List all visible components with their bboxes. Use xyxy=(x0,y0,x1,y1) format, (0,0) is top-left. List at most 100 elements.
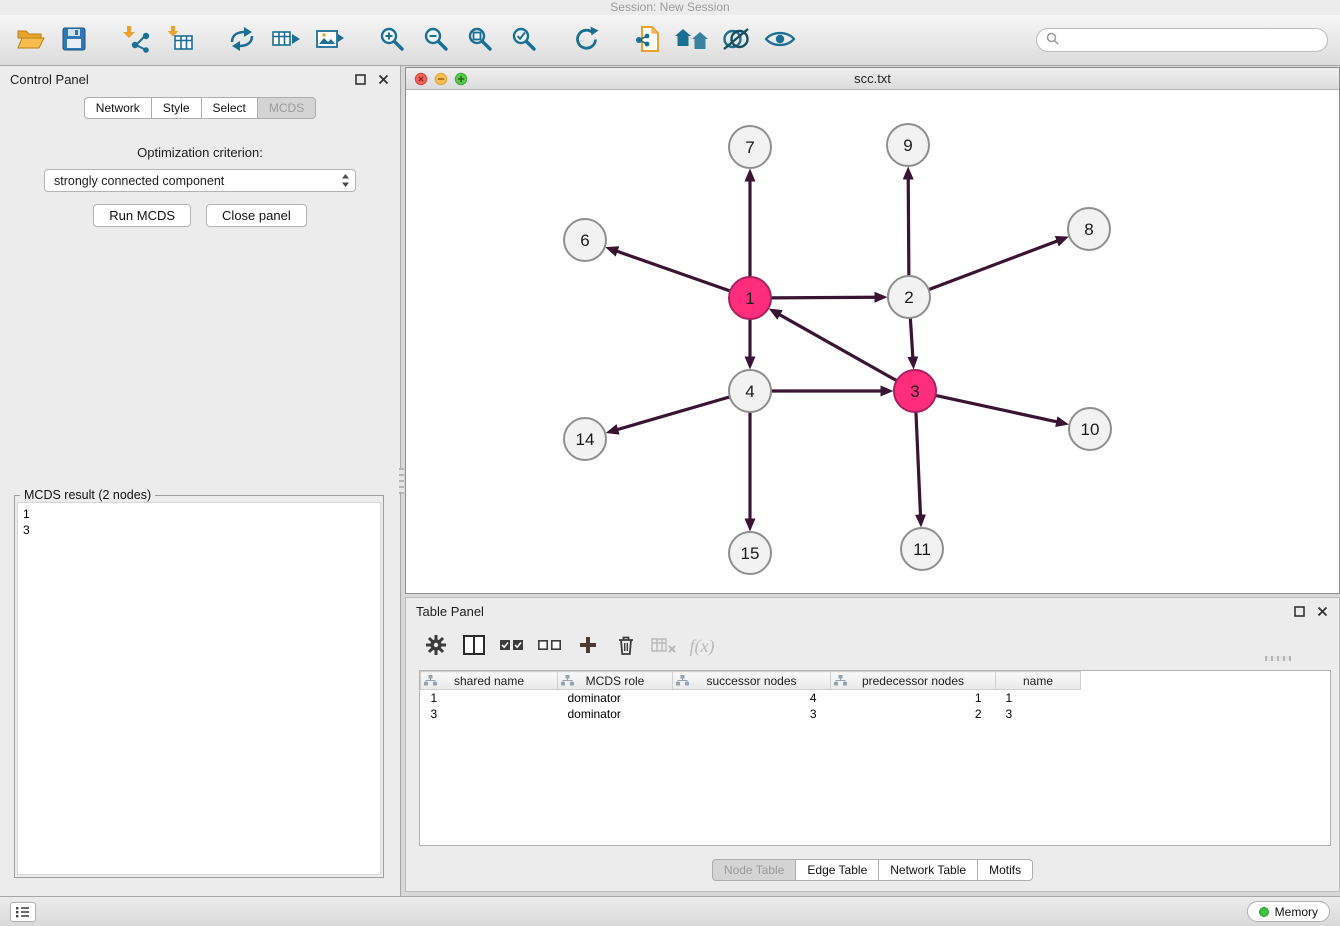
split-columns-button[interactable] xyxy=(458,631,490,661)
table-cell[interactable]: dominator xyxy=(558,706,673,722)
graph-edge-2-9[interactable] xyxy=(908,179,909,276)
delete-column-icon xyxy=(651,636,677,657)
table-cell[interactable]: 1 xyxy=(421,690,558,706)
tab-motifs[interactable]: Motifs xyxy=(978,859,1033,881)
table-cell[interactable]: 3 xyxy=(996,706,1081,722)
search-input[interactable] xyxy=(1064,33,1318,47)
graph-node-2[interactable]: 2 xyxy=(888,276,930,318)
table-row[interactable]: 1dominator411 xyxy=(421,690,1081,706)
minimize-window-icon xyxy=(435,73,446,84)
venn-slash-button[interactable] xyxy=(718,22,754,58)
image-export-button[interactable] xyxy=(312,22,348,58)
zoom-out-button[interactable] xyxy=(418,22,454,58)
graph-node-14[interactable]: 14 xyxy=(564,418,606,460)
close-panel-button[interactable]: Close panel xyxy=(206,204,307,227)
tab-edge-table[interactable]: Edge Table xyxy=(796,859,879,881)
zoom-in-button[interactable] xyxy=(374,22,410,58)
float-table-panel-icon[interactable] xyxy=(1293,605,1306,618)
import-network-button[interactable] xyxy=(118,22,154,58)
mcds-result-list[interactable]: 13 xyxy=(17,502,381,875)
column-header-predecessor-nodes[interactable]: predecessor nodes xyxy=(831,672,996,690)
graph-edge-3-11[interactable] xyxy=(916,412,921,515)
houses-button[interactable] xyxy=(674,22,710,58)
vertical-splitter-handle[interactable] xyxy=(399,468,404,494)
table-export-button[interactable] xyxy=(268,22,304,58)
graph-node-15[interactable]: 15 xyxy=(729,532,771,574)
table-cell[interactable]: 1 xyxy=(831,690,996,706)
tab-node-table[interactable]: Node Table xyxy=(712,859,797,881)
zoom-window-icon xyxy=(455,73,466,84)
table-cell[interactable]: 4 xyxy=(673,690,831,706)
run-mcds-button[interactable]: Run MCDS xyxy=(93,204,191,227)
houses-icon xyxy=(675,26,709,55)
mcds-result-title: MCDS result (2 nodes) xyxy=(20,488,155,502)
graph-node-6[interactable]: 6 xyxy=(564,219,606,261)
float-panel-icon[interactable] xyxy=(354,73,367,86)
table-cell[interactable]: 2 xyxy=(831,706,996,722)
import-table-button[interactable] xyxy=(162,22,198,58)
column-header-label: MCDS role xyxy=(586,674,645,688)
table-cell[interactable]: 1 xyxy=(996,690,1081,706)
table-cell[interactable]: 3 xyxy=(673,706,831,722)
add-plus-button[interactable] xyxy=(572,631,604,661)
swap-arrows-button[interactable] xyxy=(224,22,260,58)
zoom-fit-button[interactable] xyxy=(462,22,498,58)
zoom-check-button[interactable] xyxy=(506,22,542,58)
graph-edge-3-10[interactable] xyxy=(936,395,1057,421)
graph-node-11[interactable]: 11 xyxy=(901,528,943,570)
graph-edge-4-14[interactable] xyxy=(618,397,730,430)
graph-node-8[interactable]: 8 xyxy=(1068,208,1110,250)
table-panel-header: Table Panel xyxy=(406,598,1339,624)
tab-mcds[interactable]: MCDS xyxy=(258,97,316,119)
table-cell[interactable]: 3 xyxy=(421,706,558,722)
graph-node-10[interactable]: 10 xyxy=(1069,408,1111,450)
node-table: shared name MCDS role successor nodesprede… xyxy=(419,670,1331,846)
graph-edge-1-2[interactable] xyxy=(771,297,875,298)
column-header-name[interactable]: name xyxy=(996,672,1081,690)
tab-network-table[interactable]: Network Table xyxy=(879,859,978,881)
tab-style[interactable]: Style xyxy=(152,97,202,119)
optimization-criterion-select[interactable]: strongly connected component xyxy=(44,169,356,192)
table-cell[interactable]: dominator xyxy=(558,690,673,706)
graph-node-9[interactable]: 9 xyxy=(887,124,929,166)
document-share-button[interactable] xyxy=(630,22,666,58)
tab-select[interactable]: Select xyxy=(202,97,258,119)
graph-node-3[interactable]: 3 xyxy=(894,370,936,412)
graph-node-1[interactable]: 1 xyxy=(729,277,771,319)
clear-checkboxes-button[interactable] xyxy=(534,631,566,661)
eye-button[interactable] xyxy=(762,22,798,58)
select-all-checkboxes-button[interactable] xyxy=(496,631,528,661)
graph-node-label: 9 xyxy=(903,136,912,155)
graph-edge-2-3[interactable] xyxy=(910,318,912,357)
save-button[interactable] xyxy=(56,22,92,58)
zoom-out-icon xyxy=(422,25,450,56)
import-table-icon xyxy=(165,25,195,56)
open-folder-button[interactable] xyxy=(12,22,48,58)
tab-network[interactable]: Network xyxy=(84,97,152,119)
close-table-panel-icon[interactable] xyxy=(1316,605,1329,618)
graph-edge-1-6[interactable] xyxy=(617,251,730,291)
trash-button[interactable] xyxy=(610,631,642,661)
search-field[interactable] xyxy=(1036,28,1328,52)
column-header-successor-nodes[interactable]: successor nodes xyxy=(673,672,831,690)
table-body: 1dominator4113dominator323 xyxy=(421,690,1081,722)
graph-node-7[interactable]: 7 xyxy=(729,126,771,168)
window-traffic-lights[interactable] xyxy=(414,72,476,89)
graph-edge-2-8[interactable] xyxy=(929,241,1058,290)
gear-button[interactable] xyxy=(420,631,452,661)
refresh-button[interactable] xyxy=(568,22,604,58)
column-header-shared-name[interactable]: shared name xyxy=(421,672,558,690)
graph-edge-3-1[interactable] xyxy=(780,315,897,381)
horizontal-splitter-handle[interactable] xyxy=(1265,656,1291,661)
close-panel-icon[interactable] xyxy=(377,73,390,86)
graph-node-4[interactable]: 4 xyxy=(729,370,771,412)
task-history-button[interactable] xyxy=(10,902,36,922)
network-canvas[interactable]: 7 9 6 8 1 2 4 3 14 10 15 11 xyxy=(406,90,1339,593)
network-graph[interactable]: 7 9 6 8 1 2 4 3 14 10 15 11 xyxy=(406,90,1339,594)
image-export-icon xyxy=(315,26,345,55)
table-row[interactable]: 3dominator323 xyxy=(421,706,1081,722)
column-header-MCDS-role[interactable]: MCDS role xyxy=(558,672,673,690)
venn-slash-icon xyxy=(721,26,751,55)
memory-button[interactable]: Memory xyxy=(1247,901,1330,922)
column-attribute-icon xyxy=(424,675,437,689)
